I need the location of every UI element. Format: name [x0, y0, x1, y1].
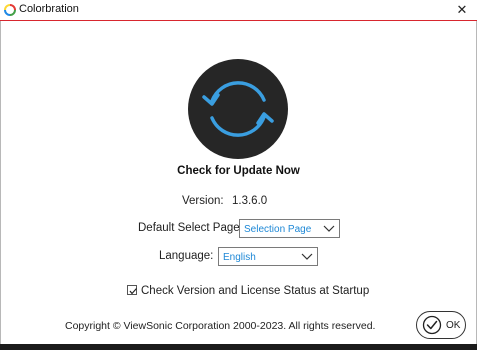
chevron-down-icon: [323, 225, 335, 232]
version-label: Version:: [182, 195, 224, 207]
ok-label: OK: [446, 320, 461, 331]
startup-check-option[interactable]: Check Version and License Status at Star…: [127, 285, 369, 297]
default-page-dropdown[interactable]: Selection Page: [239, 219, 340, 238]
close-button[interactable]: ✕: [447, 0, 477, 20]
colorbration-logo-icon: [4, 4, 16, 16]
language-dropdown[interactable]: English: [218, 247, 318, 266]
checkmark-icon: [129, 288, 137, 295]
chevron-down-icon: [301, 253, 313, 260]
checkmark-circle-icon: [422, 315, 442, 335]
language-label: Language:: [159, 250, 214, 262]
window-border-left: [0, 21, 1, 344]
version-value: 1.3.6.0: [232, 195, 268, 207]
refresh-icon: [202, 81, 274, 137]
default-page-selected: Selection Page: [244, 224, 312, 235]
window-title: Colorbration: [19, 3, 79, 15]
taskbar-strip: [0, 344, 477, 350]
title-accent-line: [0, 20, 477, 21]
copyright-text: Copyright © ViewSonic Corporation 2000-2…: [65, 320, 376, 332]
language-selected: English: [223, 252, 256, 263]
ok-button[interactable]: OK: [416, 311, 466, 339]
title-bar: Colorbration ✕: [0, 0, 477, 20]
check-update-button[interactable]: [188, 59, 288, 159]
default-page-label: Default Select Page:: [138, 222, 243, 234]
startup-check-label: Check Version and License Status at Star…: [141, 285, 370, 297]
check-update-label[interactable]: Check for Update Now: [0, 165, 477, 177]
startup-check-checkbox[interactable]: [127, 285, 137, 295]
